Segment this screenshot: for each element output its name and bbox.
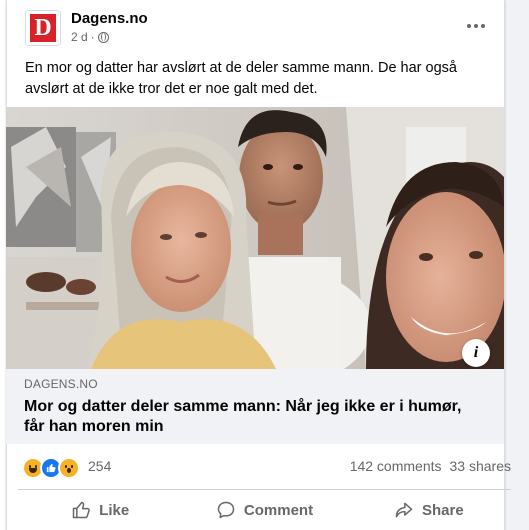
link-domain: DAGENS.NO	[24, 377, 98, 391]
wow-reaction-icon	[58, 457, 80, 479]
link-preview[interactable]: DAGENS.NO Mor og datter deler samme mann…	[6, 369, 504, 444]
more-options-button[interactable]	[460, 14, 492, 38]
comments-shares: 142 comments 33 shares	[350, 458, 511, 474]
link-title[interactable]: Mor og datter deler samme mann: Når jeg …	[24, 397, 486, 437]
like-button[interactable]: Like	[18, 492, 182, 528]
reactions-bar: 254 142 comments 33 shares	[18, 456, 511, 479]
globe-icon	[97, 31, 109, 43]
page-name-link[interactable]: Dagens.no	[71, 10, 148, 27]
photo-illustration	[6, 107, 504, 369]
like-label: Like	[99, 501, 130, 519]
post-meta: 2 d ·	[71, 30, 109, 44]
info-button[interactable]: i	[462, 339, 490, 367]
page-background	[505, 0, 529, 530]
comment-label: Comment	[243, 501, 314, 519]
reaction-count[interactable]: 254	[88, 458, 111, 474]
post-actions: Like Comment Share	[18, 492, 511, 528]
meta-separator: ·	[90, 30, 95, 44]
comment-button[interactable]: Comment	[182, 492, 346, 528]
divider	[18, 489, 511, 490]
comments-count[interactable]: 142 comments	[350, 458, 442, 474]
reaction-icons[interactable]	[22, 457, 80, 479]
comment-bubble-icon	[217, 501, 235, 519]
ellipsis-icon	[467, 24, 471, 28]
post-timestamp[interactable]: 2 d	[71, 30, 88, 44]
share-label: Share	[421, 501, 464, 519]
post-text: En mor og datter har avslørt at de deler…	[25, 60, 457, 97]
shares-count[interactable]: 33 shares	[450, 458, 511, 474]
dagens-logo: D	[30, 14, 56, 42]
post-header: D Dagens.no 2 d ·	[25, 8, 492, 48]
share-button[interactable]: Share	[347, 492, 511, 528]
article-image[interactable]: i	[6, 107, 504, 369]
thumbs-up-icon	[72, 501, 90, 519]
share-arrow-icon	[395, 502, 413, 518]
page-avatar[interactable]: D	[25, 10, 61, 46]
